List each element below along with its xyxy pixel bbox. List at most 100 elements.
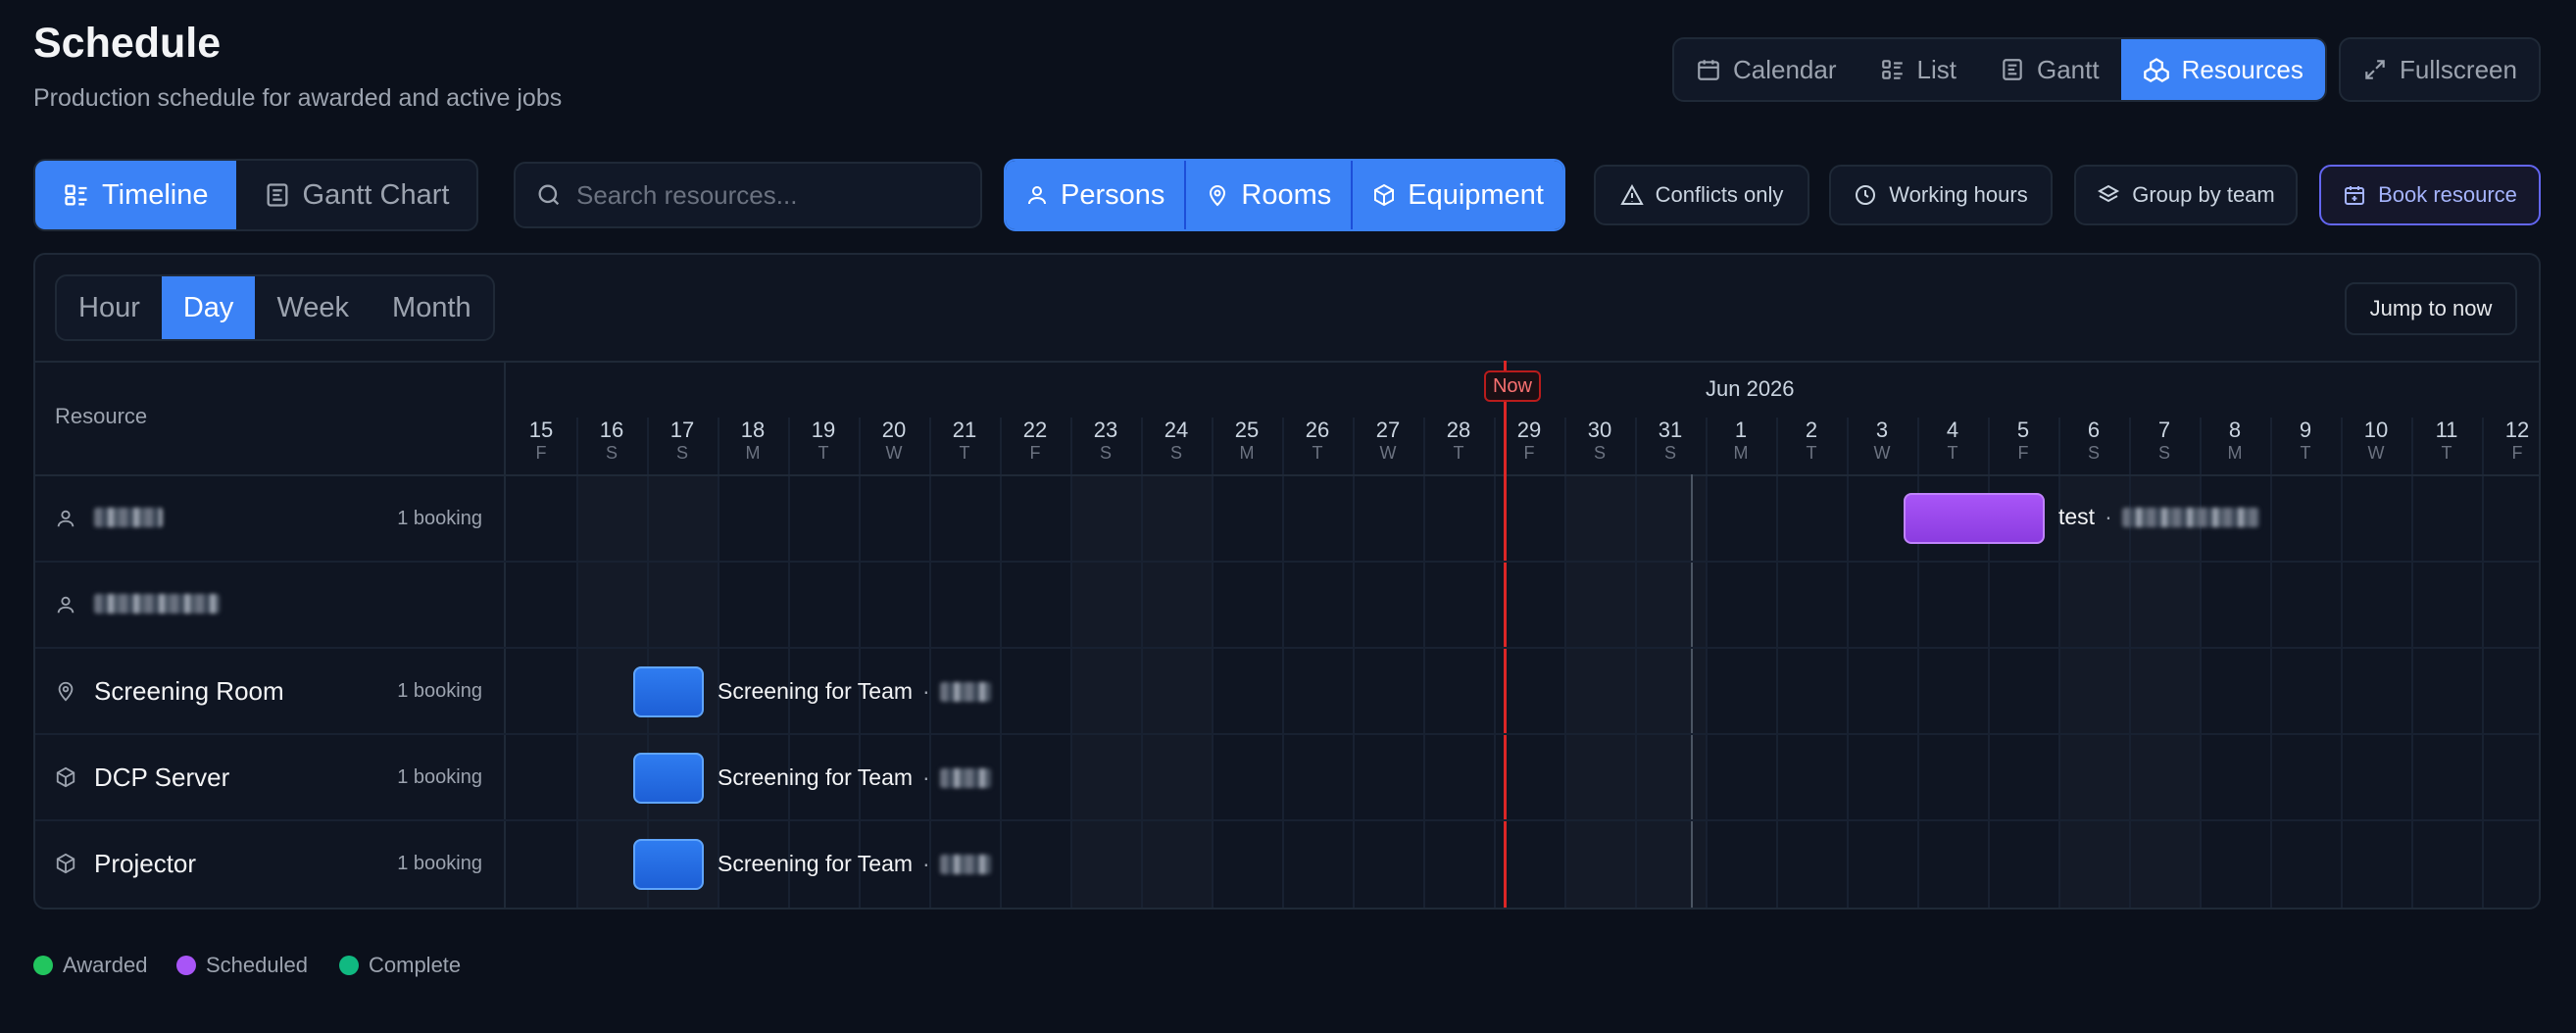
day-gridline <box>1635 418 1637 908</box>
day-number: 6 <box>2087 418 2101 442</box>
booking-title: Screening for Team <box>718 764 914 790</box>
weekday-letter: M <box>1733 443 1749 463</box>
separator-dot: · <box>922 764 930 790</box>
cube-icon <box>56 853 75 874</box>
redacted-text <box>94 507 163 527</box>
day-column-header: 20 W <box>859 418 929 463</box>
tab-timeline[interactable]: Timeline <box>35 161 236 229</box>
view-list-label: List <box>1916 54 1957 84</box>
booking-bar[interactable] <box>633 666 704 717</box>
day-gridline <box>1212 418 1214 908</box>
day-gridline <box>1423 418 1425 908</box>
day-gridline <box>1706 418 1708 908</box>
day-number: 21 <box>952 418 977 442</box>
tab-gantt-chart[interactable]: Gantt Chart <box>236 161 477 229</box>
day-number: 28 <box>1446 418 1471 442</box>
day-gridline <box>1847 418 1849 908</box>
book-resource-button[interactable]: Book resource <box>2319 165 2541 225</box>
booking-label: Screening for Team · <box>718 678 991 705</box>
weekday-letter: T <box>2300 443 2311 463</box>
resource-row[interactable]: Screening Room 1 booking <box>35 649 504 733</box>
day-gridline <box>2200 418 2202 908</box>
redacted-text <box>939 681 991 702</box>
tab-day[interactable]: Day <box>161 276 256 339</box>
view-calendar-button[interactable]: Calendar <box>1674 39 1858 100</box>
tab-week[interactable]: Week <box>255 276 371 339</box>
toggle-equipment[interactable]: Equipment <box>1353 161 1563 229</box>
day-column-header: 7S <box>2129 418 2200 463</box>
booking-count: 1 booking <box>397 765 482 788</box>
calendar-plus-icon <box>2345 186 2365 205</box>
separator-dot: · <box>922 678 930 704</box>
toggle-rooms[interactable]: Rooms <box>1186 161 1354 229</box>
day-column-header: 1M <box>1706 418 1776 463</box>
time-scale-tabs: Hour Day Week Month <box>55 274 495 341</box>
toggle-persons[interactable]: Persons <box>1006 161 1187 229</box>
conflicts-only-button[interactable]: Conflicts only <box>1594 165 1809 225</box>
tab-hour[interactable]: Hour <box>57 276 162 339</box>
fullscreen-label: Fullscreen <box>2400 54 2517 84</box>
book-resource-label: Book resource <box>2378 182 2517 207</box>
day-number: 22 <box>1022 418 1048 442</box>
view-resources-button[interactable]: Resources <box>2120 39 2325 100</box>
working-hours-button[interactable]: Working hours <box>1829 165 2053 225</box>
page-title: Schedule <box>33 20 222 67</box>
weekday-letter: M <box>2227 443 2243 463</box>
resource-name: Screening Room <box>94 675 284 706</box>
view-list-button[interactable]: List <box>1858 39 1978 100</box>
weekday-letter: S <box>605 443 618 463</box>
cube-icon <box>1374 183 1395 207</box>
booking-label: test · <box>2058 504 2259 530</box>
booking-bar[interactable] <box>633 839 704 890</box>
resource-name-redacted <box>94 590 482 620</box>
legend-scheduled: Scheduled <box>176 953 308 978</box>
day-gridline <box>788 418 790 908</box>
day-gridline <box>576 418 578 908</box>
weekday-letter: T <box>2441 443 2452 463</box>
day-gridline <box>647 418 649 908</box>
booking-count: 1 booking <box>397 507 482 529</box>
legend-complete: Complete <box>339 953 461 978</box>
location-pin-icon <box>1210 185 1226 207</box>
resource-row[interactable] <box>35 563 504 647</box>
view-gantt-button[interactable]: Gantt <box>1978 39 2121 100</box>
day-number: 9 <box>2299 418 2312 442</box>
day-column-header: 15 F <box>506 418 576 463</box>
jump-to-now-button[interactable]: Jump to now <box>2345 282 2517 335</box>
row-divider <box>35 561 2539 563</box>
search-icon <box>538 184 560 206</box>
resource-type-toggles: Persons Rooms Equipment <box>1004 159 1565 231</box>
weekday-letter: T <box>817 443 829 463</box>
fullscreen-button[interactable]: Fullscreen <box>2339 37 2541 102</box>
booking-bar[interactable] <box>1904 493 2045 544</box>
day-number: 11 <box>2435 418 2458 442</box>
day-gridline <box>718 418 719 908</box>
calendar-icon <box>1698 60 1719 80</box>
day-column-header: 3W <box>1847 418 1917 463</box>
gantt-chart-icon <box>267 183 288 207</box>
person-icon <box>1028 186 1046 205</box>
day-column-header: 28 T <box>1423 418 1494 463</box>
month-label: Jun 2026 <box>1706 376 1795 401</box>
weekday-letter: M <box>1239 443 1255 463</box>
redacted-text <box>939 767 991 788</box>
day-column-header: 9T <box>2270 418 2341 463</box>
resource-row[interactable]: DCP Server 1 booking <box>35 735 504 819</box>
resource-name: Projector <box>94 848 197 878</box>
search-input[interactable] <box>576 179 949 211</box>
weekend-shade <box>2129 474 2200 908</box>
toggle-persons-label: Persons <box>1061 178 1165 211</box>
day-number: 27 <box>1375 418 1401 442</box>
booking-bar[interactable] <box>633 753 704 804</box>
tab-month[interactable]: Month <box>371 276 493 339</box>
row-divider <box>35 733 2539 735</box>
day-column-header: 19 T <box>788 418 859 463</box>
toggle-rooms-label: Rooms <box>1241 178 1332 211</box>
legend-label: Complete <box>369 953 462 977</box>
group-by-team-button[interactable]: Group by team <box>2074 165 2298 225</box>
resource-row[interactable]: Projector 1 booking <box>35 821 504 906</box>
booking-label: Screening for Team · <box>718 851 991 877</box>
day-column-header: 23 S <box>1070 418 1141 463</box>
resource-row[interactable]: 1 booking <box>35 476 504 561</box>
weekday-letter: S <box>2157 443 2170 463</box>
